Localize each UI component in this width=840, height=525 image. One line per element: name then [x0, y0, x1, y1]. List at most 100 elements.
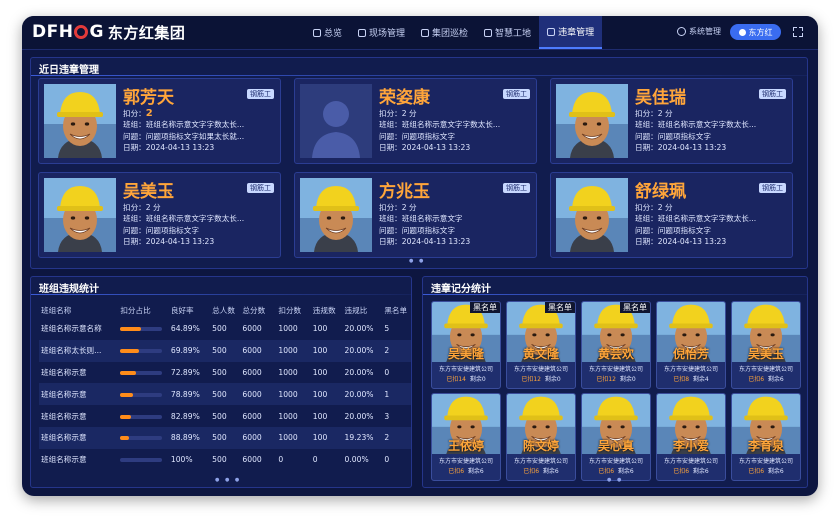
- inspection-icon: [421, 28, 430, 37]
- violation-card[interactable]: 舒绿珮 钢筋工 扣分：2 分班组：班组名称示意文字字数太长... 问题：问题项指标文字…: [550, 172, 793, 258]
- worker-name: 王依婷: [447, 439, 484, 453]
- worker-name: 荣姿康: [379, 88, 430, 108]
- carousel-dots[interactable]: ● ●: [607, 477, 623, 483]
- company-name: 东方市安捷建筑公司: [663, 458, 718, 465]
- blacklist-count: 0: [384, 455, 390, 465]
- issue-line: 问题：问题项指标文字: [635, 225, 711, 235]
- table-row[interactable]: 班组名称示意 100% 500 6000 0 0 0.00% 0: [39, 449, 411, 471]
- good-rate: 82.89%: [170, 411, 200, 421]
- logo-text-2: G: [89, 22, 104, 42]
- violation-card[interactable]: 吴佳瑞 钢筋工 扣分：2 分班组：班组名称示意文字字数太长... 问题：问题项指标文字…: [550, 78, 793, 164]
- good-rate: 69.89%: [168, 339, 211, 362]
- violation-card[interactable]: 方兆玉 钢筋工 扣分：2 分班组：班组名称示意文字 问题：问题项指标文字 日期：2024…: [294, 172, 537, 258]
- system-settings-link[interactable]: 系统管理: [677, 26, 721, 37]
- nav-item-label: 违章管理: [558, 28, 595, 38]
- good-rate: 72.89%: [170, 367, 200, 377]
- deduct-ratio-fill: [120, 349, 140, 354]
- site-icon: [358, 28, 367, 37]
- worker-score-card[interactable]: 吴心真 东方市安捷建筑公司 已扣6 剩余6: [581, 393, 651, 481]
- violation-icon: [547, 27, 556, 36]
- worker-photo: [556, 178, 628, 252]
- score-value: 2 分: [401, 109, 417, 118]
- worker-score-card[interactable]: 李小爱 东方市安捷建筑公司 已扣6 剩余6: [656, 393, 726, 481]
- violation-ratio: 19.23%: [342, 426, 383, 449]
- settings-icon: [677, 27, 686, 36]
- logo-cn-text: 东方红集团: [107, 23, 186, 42]
- score-label: 扣分：: [123, 203, 146, 212]
- score-stats-title: 违章记分统计: [431, 284, 491, 295]
- team-name: 班组名称示意: [39, 426, 119, 449]
- trade-badge: 钢筋工: [759, 183, 786, 193]
- score-line: 扣分：2 分: [635, 108, 785, 119]
- score-line: 扣分：2: [123, 108, 273, 119]
- column-header: 黑名单: [384, 305, 408, 315]
- worker-score-card[interactable]: 李育泉 东方市安捷建筑公司 已扣6 剩余6: [731, 393, 801, 481]
- company-logo: DFH G 东方红集团: [32, 20, 185, 44]
- total-score: 6000: [240, 339, 277, 362]
- table-row[interactable]: 班组名称示意 82.89% 500 6000 1000 100 20.00% 3: [39, 405, 411, 427]
- company-name: 东方市安捷建筑公司: [438, 366, 493, 373]
- team-line: 班组：班组名称示意文字字数太长...: [123, 214, 245, 224]
- company-name: 东方市安捷建筑公司: [513, 458, 568, 465]
- user-menu-button[interactable]: 东方红: [730, 24, 781, 40]
- table-row[interactable]: 班组名称太长则... 69.89% 500 6000 1000 100 20.00% 2: [39, 339, 411, 362]
- worker-photo: [300, 178, 372, 252]
- worker-score-card[interactable]: 王依婷 东方市安捷建筑公司 已扣6 剩余6: [431, 393, 501, 481]
- worker-name: 吴美隆: [447, 347, 484, 361]
- violation-card[interactable]: 郭芳天 钢筋工 扣分：2 班组：班组名称示意文字字数太长... 问题：问题项指标文字如果…: [38, 78, 281, 164]
- score-summary: 已扣6 剩余6: [732, 466, 800, 475]
- violation-count: 100: [312, 411, 328, 421]
- violation-card[interactable]: 吴美玉 钢筋工 扣分：2 分班组：班组名称示意文字字数太长... 问题：问题项指标文字…: [38, 172, 281, 258]
- violation-count: 100: [312, 367, 328, 377]
- deducted-points: 已扣6: [673, 468, 690, 475]
- issue-line: 问题：问题项指标文字: [379, 131, 455, 141]
- worker-score-card[interactable]: 吴美玉 东方市安捷建筑公司 已扣6 剩余6: [731, 301, 801, 389]
- worker-score-card[interactable]: 黑名单 黄文隆 东方市安捷建筑公司 已扣12 剩余0: [506, 301, 576, 389]
- worker-photo: [556, 84, 628, 158]
- team-name: 班组名称示意名称: [41, 324, 102, 334]
- blacklist-count: 5: [384, 324, 390, 334]
- violation-ratio: 20.00%: [344, 367, 374, 377]
- violation-card[interactable]: 荣姿康 钢筋工 扣分：2 分班组：班组名称示意文字字数太长... 问题：问题项指标文字…: [294, 78, 537, 164]
- table-row[interactable]: 班组名称示意名称 64.89% 500 6000 1000 100 20.00% 5: [39, 318, 411, 340]
- column-header: 违规数: [312, 305, 336, 315]
- blacklist-count: 3: [384, 411, 390, 421]
- carousel-dots[interactable]: ● ● ●: [215, 477, 241, 483]
- worker-score-card[interactable]: 黑名单 吴美隆 东方市安捷建筑公司 已扣14 剩余0: [431, 301, 501, 389]
- nav-item-2[interactable]: 集团巡检: [413, 16, 476, 49]
- score-value: 2 分: [657, 109, 673, 118]
- column-header: 扣分占比: [120, 305, 151, 315]
- nav-item-4[interactable]: 违章管理: [539, 16, 603, 49]
- nav-item-label: 现场管理: [369, 29, 406, 39]
- total-score: 6000: [240, 426, 277, 449]
- worker-photo: [44, 178, 116, 252]
- score-label: 扣分：: [379, 109, 402, 118]
- table-row[interactable]: 班组名称示意 72.89% 500 6000 1000 100 20.00% 0: [39, 362, 411, 384]
- table-row[interactable]: 班组名称示意 78.89% 500 6000 1000 100 20.00% 1: [39, 383, 411, 406]
- score-summary: 已扣6 剩余6: [582, 466, 650, 475]
- nav-item-1[interactable]: 现场管理: [350, 16, 413, 49]
- worker-score-card[interactable]: 黑名单 黄芸欢 东方市安捷建筑公司 已扣12 剩余0: [581, 301, 651, 389]
- table-row[interactable]: 班组名称示意 88.89% 500 6000 1000 100 19.23% 2: [39, 426, 411, 449]
- score-summary: 已扣12 剩余0: [582, 374, 650, 383]
- team-name: 班组名称示意: [39, 383, 119, 406]
- nav-item-0[interactable]: 总览: [305, 16, 350, 49]
- date-line: 日期：2024-04-13 13:23: [635, 143, 727, 153]
- score-label: 扣分：: [635, 203, 658, 212]
- team-name: 班组名称示意: [41, 367, 87, 377]
- team-name: 班组名称示意: [41, 411, 87, 421]
- column-header: 良好率: [170, 305, 194, 315]
- remaining-points: 剩余6: [767, 376, 784, 383]
- team-line: 班组：班组名称示意文字字数太长...: [635, 120, 757, 130]
- nav-item-3[interactable]: 智慧工地: [476, 16, 539, 49]
- blacklist-count: 1: [382, 383, 411, 406]
- date-line: 日期：2024-04-13 13:23: [123, 143, 215, 153]
- fullscreen-icon[interactable]: [793, 27, 803, 37]
- violation-ratio: 20.00%: [344, 324, 374, 334]
- title-divider: [31, 294, 411, 295]
- carousel-dots[interactable]: ● ●: [409, 258, 425, 264]
- worker-score-card[interactable]: 倪怡芳 东方市安捷建筑公司 已扣8 剩余4: [656, 301, 726, 389]
- worker-score-card[interactable]: 陈文婷 东方市安捷建筑公司 已扣6 剩余6: [506, 393, 576, 481]
- blacklist-count: 2: [382, 426, 411, 449]
- violation-ratio: 20.00%: [342, 339, 383, 362]
